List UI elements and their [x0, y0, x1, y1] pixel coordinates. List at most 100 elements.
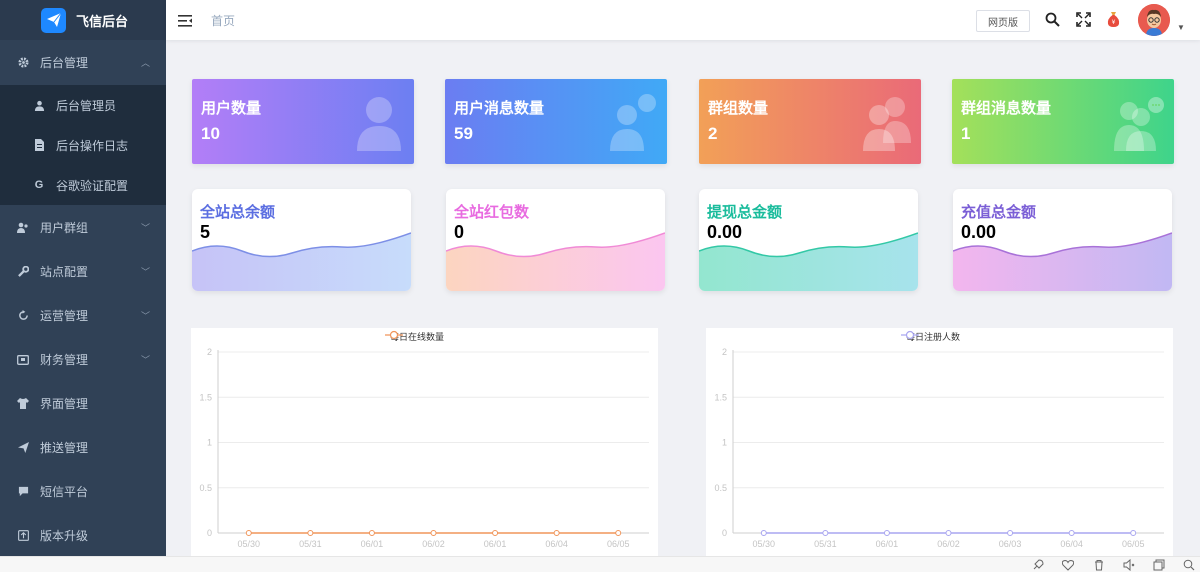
fullscreen-icon[interactable] [1076, 12, 1091, 32]
chart-legend[interactable]: 每日在线数量 [385, 330, 444, 343]
y-tick-label: 1 [722, 438, 727, 448]
shirt-icon [16, 396, 30, 410]
user-message-icon [610, 94, 656, 151]
x-tick-label: 06/03 [999, 539, 1022, 549]
stat-card-user-messages[interactable]: 用户消息数量 59 [445, 79, 667, 164]
stat-value: 1 [961, 124, 971, 143]
x-tick-label: 06/04 [1060, 539, 1083, 549]
finance-card-deposits[interactable]: 充值总金额 0.00 [953, 189, 1172, 291]
sidebar-item-site-config[interactable]: 站点配置 ﹀ [0, 249, 166, 293]
user-avatar[interactable] [1138, 4, 1170, 36]
sidebar-item-operations[interactable]: 运营管理 ﹀ [0, 293, 166, 337]
y-tick-label: 1.5 [714, 392, 727, 402]
y-tick-label: 0.5 [714, 483, 727, 493]
finance-card-withdrawals[interactable]: 提现总金额 0.00 [699, 189, 918, 291]
stat-card-groups[interactable]: 群组数量 2 [699, 79, 921, 164]
x-tick-label: 06/01 [876, 539, 899, 549]
y-tick-label: 0 [722, 528, 727, 538]
x-tick-label: 06/05 [1122, 539, 1145, 549]
finance-label: 提现总金额 [707, 204, 783, 221]
legend-line-icon [385, 330, 403, 340]
sidebar-item-user-groups[interactable]: 用户群组 ﹀ [0, 205, 166, 249]
wave-decoration [192, 232, 411, 291]
sidebar-item-label: 后台管理员 [56, 98, 117, 113]
web-version-button[interactable]: 网页版 [976, 10, 1030, 32]
refresh-icon [16, 308, 30, 322]
sidebar-item-label: 推送管理 [40, 440, 89, 455]
stat-label: 群组消息数量 [961, 100, 1052, 117]
chart-daily-online: 0 0.5 1 1.5 2 05/30 05/31 06/01 06/02 06/01 06/04 0… [191, 328, 658, 558]
send-icon [16, 440, 30, 454]
chart-daily-registrations: 0 0.5 1 1.5 2 05/30 05/31 06/01 06/02 06/03 06/04 0… [706, 328, 1173, 558]
stat-value: 2 [708, 124, 718, 143]
data-point [883, 530, 890, 536]
sidebar-item-upgrade[interactable]: 版本升级 [0, 513, 166, 556]
x-tick-label: 06/02 [937, 539, 960, 549]
svg-text:¥: ¥ [1112, 19, 1116, 26]
data-point [245, 530, 252, 536]
sidebar-item-label: 后台操作日志 [56, 138, 129, 153]
x-tick-label: 06/01 [361, 539, 384, 549]
stat-card-group-messages[interactable]: 群组消息数量 1 [952, 79, 1174, 164]
money-bag-icon[interactable]: ¥ [1106, 11, 1121, 32]
search-icon[interactable] [1045, 12, 1060, 32]
y-tick-label: 1.5 [199, 392, 212, 402]
stat-card-users[interactable]: 用户数量 10 [192, 79, 414, 164]
x-tick-label: 06/02 [422, 539, 445, 549]
speaker-mute-icon[interactable] [1123, 559, 1135, 571]
data-point [822, 530, 829, 536]
wallet-icon [16, 352, 30, 366]
chart-legend[interactable]: 每日注册人数 [901, 330, 960, 343]
wave-decoration [446, 232, 665, 291]
trash-icon[interactable] [1093, 559, 1105, 571]
sidebar-item-label: 财务管理 [40, 352, 89, 367]
chevron-up-icon: ︿ [140, 58, 150, 68]
chevron-down-icon: ﹀ [140, 223, 150, 233]
finance-card-red-packets[interactable]: 全站红包数 0 [446, 189, 665, 291]
users-icon [16, 220, 30, 234]
x-tick-label: 05/30 [753, 539, 776, 549]
data-point [615, 530, 622, 536]
sidebar-item-label: 短信平台 [40, 484, 89, 499]
caret-down-icon[interactable]: ▼ [1177, 23, 1185, 32]
sidebar-item-label: 界面管理 [40, 396, 89, 411]
zoom-icon[interactable] [1183, 559, 1195, 571]
data-point [945, 530, 952, 536]
sidebar-item-label: 运营管理 [40, 308, 89, 323]
legend-line-icon [901, 330, 919, 340]
heart-pulse-icon[interactable] [1062, 559, 1074, 571]
x-tick-label: 06/04 [545, 539, 568, 549]
sidebar-item-finance[interactable]: 财务管理 ﹀ [0, 337, 166, 381]
wrench-icon [16, 264, 30, 278]
sidebar-item-ui[interactable]: 界面管理 [0, 381, 166, 425]
gear-icon [16, 56, 30, 70]
chart-svg: 0 0.5 1 1.5 2 05/30 05/31 06/01 06/02 06/01 06/04 0… [199, 347, 649, 549]
sidebar-item-admin-log[interactable]: 后台操作日志 [0, 125, 166, 165]
app-logo[interactable]: 飞信后台 [0, 0, 166, 40]
sidebar-item-label: 后台管理 [40, 56, 89, 70]
sidebar-item-google-auth[interactable]: G 谷歌验证配置 [0, 165, 166, 205]
stat-label: 群组数量 [708, 100, 769, 117]
breadcrumb[interactable]: 首页 [211, 12, 235, 29]
sidebar-item-label: 站点配置 [40, 264, 89, 279]
sidebar-item-sms[interactable]: 短信平台 [0, 469, 166, 513]
finance-label: 全站总余额 [200, 204, 276, 221]
sidebar: 飞信后台 后台管理 ︿ 后台管理员 后台操作日志 G 谷歌验证配置 用户群组 ﹀… [0, 0, 166, 556]
group-icon [863, 97, 911, 151]
sidebar-item-admin-users[interactable]: 后台管理员 [0, 85, 166, 125]
finance-card-balance[interactable]: 全站总余额 5 [192, 189, 411, 291]
sidebar-item-admin[interactable]: 后台管理 ︿ [0, 40, 166, 85]
data-point [1130, 530, 1137, 536]
x-tick-label: 05/31 [814, 539, 837, 549]
sidebar-item-label: 版本升级 [40, 528, 89, 543]
wave-decoration [699, 232, 918, 291]
copy-window-icon[interactable] [1153, 559, 1165, 571]
y-tick-label: 2 [722, 347, 727, 357]
rocket-icon[interactable] [1032, 559, 1044, 571]
google-icon: G [34, 179, 44, 191]
sidebar-item-label: 用户群组 [40, 220, 89, 235]
chevron-down-icon: ﹀ [140, 311, 150, 321]
stat-label: 用户消息数量 [454, 100, 545, 117]
sidebar-item-push[interactable]: 推送管理 [0, 425, 166, 469]
menu-fold-icon[interactable] [178, 14, 192, 27]
